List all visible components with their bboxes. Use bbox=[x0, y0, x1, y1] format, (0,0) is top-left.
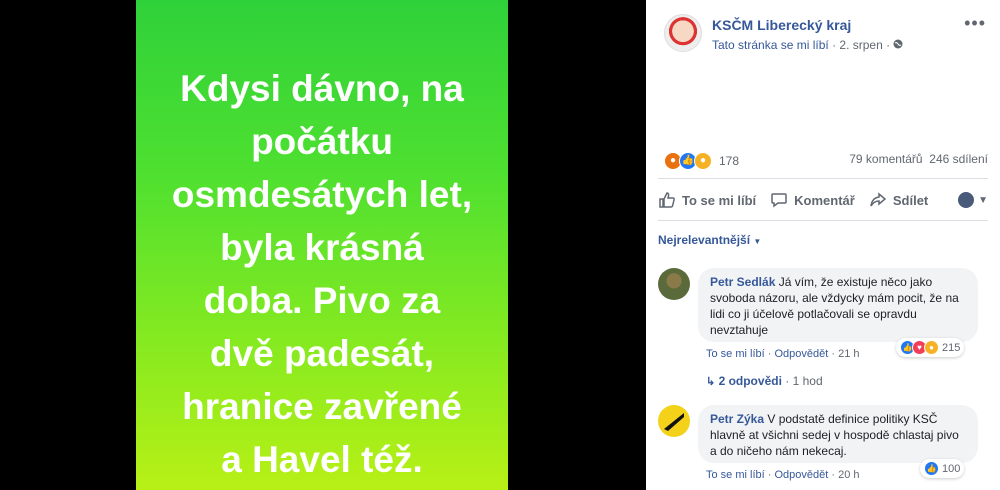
comment-author[interactable]: Petr Sedlák bbox=[710, 275, 775, 289]
reply-arrow-icon: ↳ bbox=[706, 376, 716, 388]
divider bbox=[658, 178, 988, 179]
comment-actions: To se mi líbí · Odpovědět · 21 h bbox=[706, 348, 860, 360]
share-button[interactable]: Sdílet bbox=[869, 191, 928, 209]
reaction-summary[interactable]: ● 👍 ● 178 bbox=[664, 152, 739, 170]
post-actions: To se mi líbí Komentář Sdílet ▼ bbox=[658, 186, 988, 214]
photo-line: Kdysi dávno, na bbox=[180, 68, 464, 109]
comment-reactions[interactable]: 👍 100 bbox=[920, 459, 965, 478]
engagement-counts: 79 komentářů 246 sdílení bbox=[849, 152, 988, 166]
comment-like-link[interactable]: To se mi líbí bbox=[706, 469, 765, 481]
share-icon bbox=[870, 192, 887, 207]
comment-filter-dropdown[interactable]: Nejrelevantnější ▼ bbox=[658, 233, 761, 247]
post-as-selector[interactable]: ▼ bbox=[958, 192, 988, 208]
thumbs-up-icon bbox=[659, 192, 675, 208]
comment-button-label: Komentář bbox=[794, 192, 855, 208]
like-button[interactable]: To se mi líbí bbox=[658, 191, 756, 209]
profile-avatar bbox=[958, 192, 975, 208]
comment-reply-link[interactable]: Odpovědět bbox=[774, 469, 828, 481]
view-replies-link[interactable]: ↳ 2 odpovědi · 1 hod bbox=[706, 374, 823, 388]
photo-line: počátku bbox=[251, 121, 393, 162]
globe-icon bbox=[893, 38, 903, 52]
comment-like-link[interactable]: To se mi líbí bbox=[706, 348, 765, 360]
comment-reaction-count: 215 bbox=[942, 341, 961, 354]
comment-button[interactable]: Komentář bbox=[770, 191, 855, 209]
photo-line: a Havel též. bbox=[221, 439, 423, 480]
chevron-down-icon: ▼ bbox=[753, 237, 762, 246]
post-photo[interactable]: Kdysi dávno, na počátku osmdesátych let,… bbox=[136, 0, 508, 490]
share-button-label: Sdílet bbox=[892, 192, 929, 208]
haha-reaction-icon: ● bbox=[694, 152, 712, 170]
comment-icon bbox=[771, 193, 787, 208]
like-page-link[interactable]: Tato stránka se mi líbí bbox=[712, 38, 829, 52]
page-avatar[interactable] bbox=[664, 14, 702, 52]
page-name[interactable]: KSČM Liberecký kraj bbox=[712, 17, 851, 33]
comment-actions: To se mi líbí · Odpovědět · 20 h bbox=[706, 469, 860, 481]
photo-line: hranice zavřené bbox=[182, 386, 462, 427]
more-options-button[interactable]: ••• bbox=[964, 13, 986, 34]
comment-time[interactable]: 20 h bbox=[838, 469, 859, 481]
divider bbox=[658, 220, 988, 221]
filter-label: Nejrelevantnější bbox=[658, 233, 751, 247]
photo-line: byla krásná bbox=[220, 227, 424, 268]
photo-caption: Kdysi dávno, na počátku osmdesátych let,… bbox=[136, 62, 508, 486]
reaction-count: 178 bbox=[719, 154, 740, 168]
post-date[interactable]: 2. srpen bbox=[839, 38, 882, 52]
replies-time: 1 hod bbox=[792, 374, 823, 388]
comments-count[interactable]: 79 komentářů bbox=[849, 152, 922, 166]
comment-reply-link[interactable]: Odpovědět bbox=[774, 348, 828, 360]
comment-time[interactable]: 21 h bbox=[838, 348, 859, 360]
comment-reactions[interactable]: 👍 ♥ ● 215 bbox=[896, 338, 965, 357]
shares-count[interactable]: 246 sdílení bbox=[929, 152, 988, 166]
photo-line: doba. Pivo za bbox=[203, 280, 441, 321]
comment-reaction-count: 100 bbox=[942, 462, 961, 475]
comment-bubble: Petr Zýka V podstatě definice politiky K… bbox=[698, 405, 978, 463]
chevron-down-icon: ▼ bbox=[978, 194, 988, 206]
avatar[interactable] bbox=[658, 405, 690, 437]
photo-line: dvě padesát, bbox=[209, 333, 435, 374]
post-panel: KSČM Liberecký kraj Tato stránka se mi l… bbox=[646, 0, 1000, 490]
replies-count: 2 odpovědi bbox=[718, 374, 782, 388]
comment-bubble: Petr Sedlák Já vím, že existuje něco jak… bbox=[698, 268, 978, 342]
post-meta: Tato stránka se mi líbí · 2. srpen · bbox=[712, 38, 903, 52]
photo-line: osmdesátych let, bbox=[171, 174, 473, 215]
avatar[interactable] bbox=[658, 268, 690, 300]
sad-reaction-icon: ● bbox=[924, 340, 939, 355]
comment-author[interactable]: Petr Zýka bbox=[710, 412, 764, 426]
like-button-label: To se mi líbí bbox=[682, 192, 757, 208]
like-reaction-icon: 👍 bbox=[924, 461, 939, 476]
